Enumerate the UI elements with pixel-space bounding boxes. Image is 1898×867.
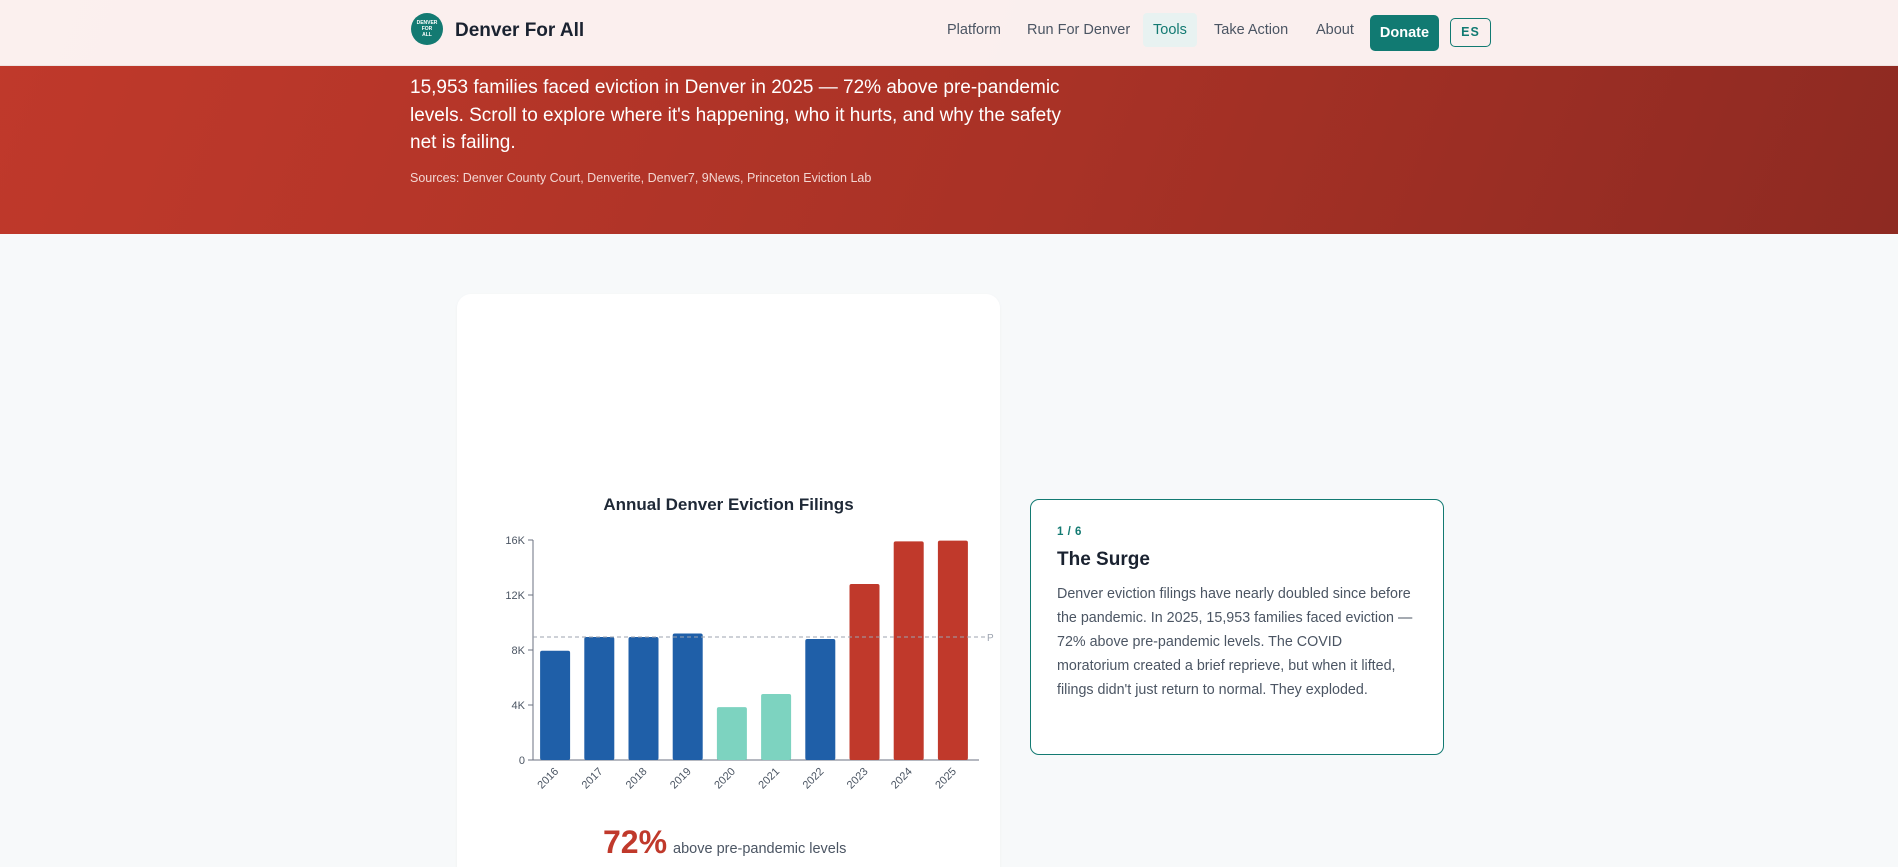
bar-2021 bbox=[761, 694, 792, 760]
brand-name[interactable]: Denver For All bbox=[455, 20, 584, 42]
x-tick-label: 2019 bbox=[668, 766, 694, 792]
story-step-card: 1 / 6 The Surge Denver eviction filings … bbox=[1030, 499, 1444, 755]
language-toggle-button[interactable]: ES bbox=[1450, 18, 1491, 47]
bar-2023 bbox=[849, 584, 880, 760]
eviction-bar-chart: 0 4K 8K 12K 16K 2016 2017 2018 2019 2020 2021 2022 2… bbox=[505, 535, 994, 792]
x-tick-label: 2022 bbox=[801, 766, 827, 792]
x-tick-label: 2016 bbox=[535, 766, 561, 792]
x-tick-label: 2021 bbox=[756, 766, 782, 792]
step-body: Denver eviction filings have nearly doub… bbox=[1057, 586, 1413, 698]
bar-2019 bbox=[672, 633, 703, 760]
nav-link-about[interactable]: About bbox=[1316, 22, 1354, 38]
nav-link-platform[interactable]: Platform bbox=[947, 22, 1001, 38]
x-tick-label: 2020 bbox=[712, 766, 738, 792]
y-tick-label: 12K bbox=[505, 590, 525, 602]
top-navbar: DENVER FOR ALL Denver For All Platform R… bbox=[0, 0, 1898, 66]
stat-value: 72% bbox=[603, 824, 668, 860]
x-tick-label: 2025 bbox=[933, 766, 959, 792]
bar-2024 bbox=[893, 541, 924, 760]
bar-2017 bbox=[584, 636, 615, 760]
hero-description: 15,953 families faced eviction in Denver… bbox=[410, 77, 1062, 153]
chart-card: Annual Denver Eviction Filings 0 4K 8K 12K 1… bbox=[457, 294, 1000, 867]
y-tick-label: 8K bbox=[512, 645, 526, 657]
nav-link-take-action[interactable]: Take Action bbox=[1214, 22, 1288, 38]
donate-button[interactable]: Donate bbox=[1370, 15, 1439, 51]
nav-link-tools[interactable]: Tools bbox=[1143, 13, 1197, 47]
step-title: The Surge bbox=[1057, 549, 1150, 570]
y-tick-label: 4K bbox=[512, 700, 526, 712]
x-tick-label: 2018 bbox=[624, 766, 650, 792]
stat-label: above pre-pandemic levels bbox=[673, 841, 847, 857]
reference-line-label: P bbox=[987, 633, 994, 644]
hero-sources: Sources: Denver County Court, Denverite,… bbox=[410, 171, 872, 185]
bar-2018 bbox=[628, 636, 659, 760]
x-tick-label: 2024 bbox=[889, 766, 915, 792]
x-tick-label: 2023 bbox=[845, 766, 871, 792]
stat-callout: 72% above pre-pandemic levels bbox=[603, 824, 846, 861]
nav-link-run-for-denver[interactable]: Run For Denver bbox=[1027, 22, 1130, 38]
step-counter: 1 / 6 bbox=[1057, 526, 1082, 538]
bar-2016 bbox=[540, 650, 571, 760]
x-tick-label: 2017 bbox=[580, 766, 606, 792]
logo-text-line: ALL bbox=[422, 32, 432, 38]
y-tick-label: 16K bbox=[505, 535, 525, 547]
y-tick-label: 0 bbox=[519, 755, 525, 767]
bar-2020 bbox=[716, 707, 747, 760]
bar-2022 bbox=[805, 639, 836, 760]
bar-2025 bbox=[937, 540, 968, 760]
logo-icon[interactable]: DENVER FOR ALL bbox=[411, 13, 443, 45]
